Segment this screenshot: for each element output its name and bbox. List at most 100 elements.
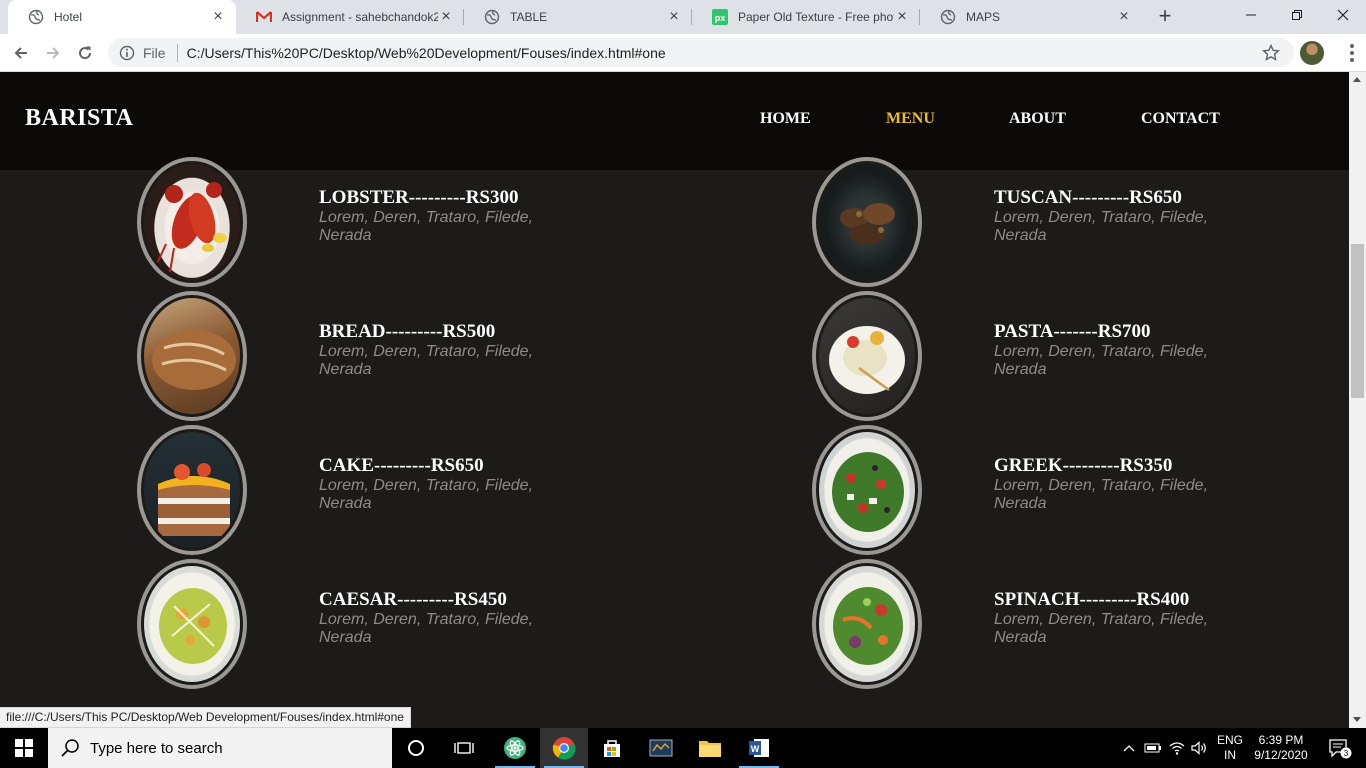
new-tab-button[interactable]: + [1154,5,1176,27]
menu-item-tuscan: TUSCAN---------RS650 Lorem, Deren, Trata… [812,157,1349,287]
menu-item-pasta: PASTA-------RS700 Lorem, Deren, Trataro,… [812,291,1349,421]
tuscan-chicken-image [812,157,922,287]
atom-taskbar-app[interactable] [491,728,539,768]
notification-count: 3 [1344,749,1349,758]
globe-icon [484,9,500,25]
menu-item-caesar: CAESAR---------RS450 Lorem, Deren, Trata… [137,559,737,689]
cortana-icon [408,740,424,756]
browser-toolbar: File C:/Users/This%20PC/Desktop/Web%20De… [0,34,1366,72]
system-clock[interactable]: 6:39 PM 9/12/2020 [1250,733,1312,763]
bread-image [137,291,247,421]
menu-item-lobster: LOBSTER---------RS300 Lorem, Deren, Trat… [137,157,737,287]
close-window-button[interactable] [1320,0,1366,30]
address-bar[interactable]: File C:/Users/This%20PC/Desktop/Web%20De… [108,38,1294,67]
menu-item-title: BREAD---------RS500 [319,321,496,342]
tab-table[interactable]: TABLE × [464,0,692,34]
battery-icon[interactable] [1142,728,1164,768]
close-tab-icon[interactable]: × [894,9,910,25]
close-tab-icon[interactable]: × [1116,9,1132,25]
menu-item-description: Lorem, Deren, Trataro, Filede, Nerada [319,343,534,378]
clock-time: 6:39 PM [1258,733,1304,747]
nav-about[interactable]: ABOUT [1009,110,1066,128]
task-view-button[interactable] [440,728,488,768]
windows-logo-icon [15,739,33,757]
bookmark-star-icon[interactable] [1262,44,1280,62]
show-hidden-icons-chevron-icon[interactable] [1118,728,1140,768]
tab-paper-texture[interactable]: px Paper Old Texture - Free photo × [692,0,920,34]
search-icon [61,739,79,757]
wifi-icon[interactable] [1166,728,1188,768]
menu-item-title: CAESAR---------RS450 [319,589,507,610]
close-tab-icon[interactable]: × [666,9,682,25]
pixabay-icon: px [712,9,728,25]
reload-button[interactable] [72,40,98,66]
tab-hotel[interactable]: Hotel × [8,0,236,34]
menu-item-description: Lorem, Deren, Trataro, Filede, Nerada [319,209,534,244]
action-center-button[interactable]: 3 [1320,728,1360,768]
profile-avatar[interactable] [1300,41,1324,65]
store-icon [604,740,620,757]
address-url[interactable]: C:/Users/This%20PC/Desktop/Web%20Develop… [187,45,666,61]
tab-strip: Hotel × Assignment - sahebchandok20 × TA… [0,0,1366,34]
atom-icon [504,737,526,759]
globe-icon [28,9,44,25]
language-code: ENG [1216,733,1243,747]
close-tab-icon[interactable]: × [210,9,226,25]
globe-icon [940,9,956,25]
scroll-up-arrow-icon[interactable] [1353,77,1361,82]
menu-item-description: Lorem, Deren, Trataro, Filede, Nerada [319,611,534,646]
nav-menu[interactable]: MENU [886,110,935,128]
tab-assignment[interactable]: Assignment - sahebchandok20 × [236,0,464,34]
chrome-menu-icon[interactable] [1344,42,1360,64]
menu-item-title: SPINACH---------RS400 [994,589,1190,610]
taskbar-search-box[interactable]: Type here to search [48,728,392,768]
windows-start-button[interactable] [0,728,48,768]
greek-salad-image [812,425,922,555]
menu-item-description: Lorem, Deren, Trataro, Filede, Nerada [994,343,1209,378]
menu-item-description: Lorem, Deren, Trataro, Filede, Nerada [994,611,1209,646]
file-explorer-taskbar-app[interactable] [686,728,734,768]
menu-item-title: PASTA-------RS700 [994,321,1151,342]
notifications-icon: 3 [1329,739,1352,759]
svg-text:px: px [715,13,726,23]
brand-logo[interactable]: BARISTA [25,105,133,132]
site-header: BARISTA HOME MENU ABOUT CONTACT [0,72,1349,170]
minimize-button[interactable] [1228,0,1274,30]
menu-item-bread: BREAD---------RS500 Lorem, Deren, Tratar… [137,291,737,421]
menu-item-description: Lorem, Deren, Trataro, Filede, Nerada [319,477,534,512]
windows-taskbar: Type here to search W ENG IN 6:39 PM 9/1 [0,728,1366,768]
word-taskbar-app[interactable]: W [735,728,783,768]
volume-icon[interactable] [1188,728,1210,768]
forward-arrow-icon [47,47,60,59]
tab-maps[interactable]: MAPS × [920,0,1142,34]
link-status-bubble: file:///C:/Users/This PC/Desktop/Web Dev… [0,707,411,728]
gmail-icon [256,9,272,25]
nav-home[interactable]: HOME [760,110,811,128]
page-scrollbar[interactable] [1349,72,1366,728]
back-button[interactable] [8,40,34,66]
mysql-taskbar-app[interactable] [637,728,685,768]
cake-image [137,425,247,555]
tab-title: Assignment - sahebchandok20 [282,10,438,24]
nav-contact[interactable]: CONTACT [1141,110,1220,128]
info-icon[interactable] [119,45,135,61]
cortana-button[interactable] [392,728,440,768]
input-language-indicator[interactable]: ENG IN [1212,733,1248,763]
forward-button[interactable] [40,40,66,66]
caesar-salad-image [137,559,247,689]
menu-item-description: Lorem, Deren, Trataro, Filede, Nerada [994,209,1209,244]
store-taskbar-app[interactable] [588,728,636,768]
region-code: IN [1224,748,1236,762]
spinach-salad-image [812,559,922,689]
scrollbar-thumb[interactable] [1351,244,1364,398]
menu-item-title: LOBSTER---------RS300 [319,187,519,208]
chrome-icon [552,737,576,760]
restore-button[interactable] [1274,0,1320,30]
reload-icon [79,46,92,60]
chrome-taskbar-app[interactable] [540,728,588,768]
tab-title: TABLE [510,10,548,24]
close-tab-icon[interactable]: × [438,9,454,25]
scroll-down-arrow-icon[interactable] [1353,717,1361,722]
clock-date: 9/12/2020 [1254,748,1308,762]
tab-title: Hotel [54,10,83,24]
